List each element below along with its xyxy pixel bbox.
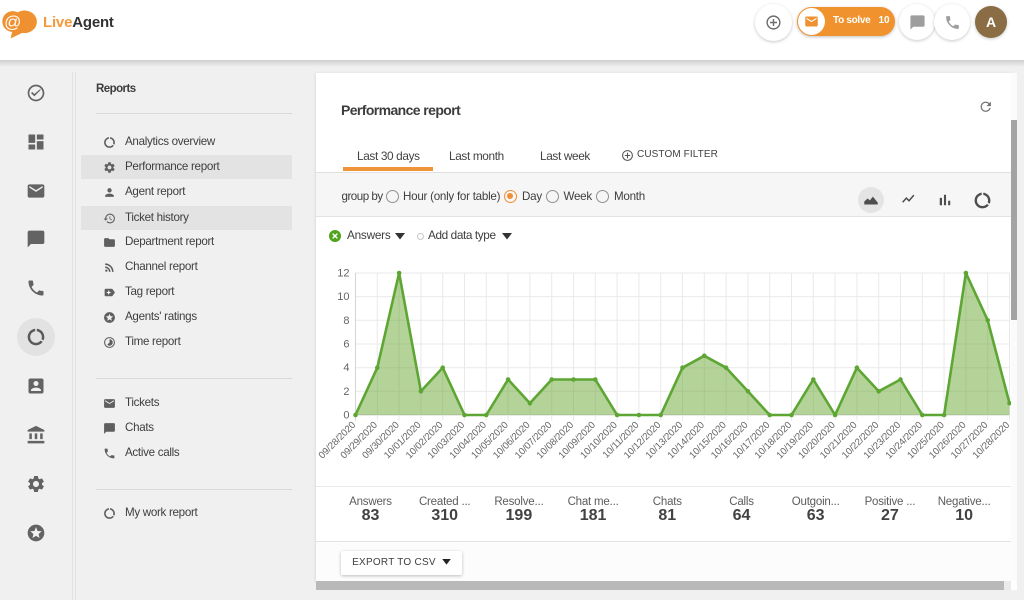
svg-text:12: 12: [337, 268, 349, 280]
svg-text:@: @: [4, 13, 21, 32]
svg-text:6: 6: [343, 339, 349, 351]
svg-text:4: 4: [343, 362, 349, 374]
svg-text:8: 8: [343, 315, 349, 327]
svg-text:2: 2: [343, 386, 349, 398]
svg-text:10: 10: [337, 291, 349, 303]
svg-text:0: 0: [343, 410, 349, 422]
